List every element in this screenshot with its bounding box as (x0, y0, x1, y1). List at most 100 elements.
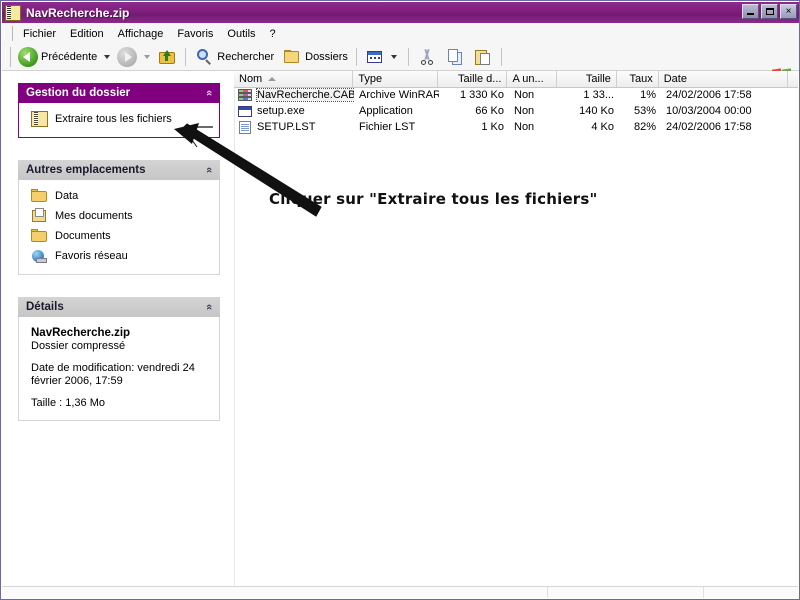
forward-history-chevron-down-icon[interactable] (144, 55, 151, 59)
cab-archive-icon (237, 88, 253, 103)
back-arrow-icon (18, 47, 38, 67)
cell-packed-size: 1 330 Ko (459, 89, 504, 101)
search-button[interactable]: Rechercher (190, 45, 278, 69)
panel-body-autres-emplacements: Data Mes documents Documents Favoris rés… (18, 180, 220, 275)
collapse-chevron-up-icon[interactable]: « (203, 304, 215, 310)
column-header-a-un-mot-de-passe[interactable]: A un... (507, 71, 558, 87)
toolbar: Précédente Rechercher Dossiers (2, 44, 799, 85)
column-label: Date (663, 73, 687, 85)
cell-ratio: 1% (640, 89, 656, 101)
file-name: SETUP.LST (257, 121, 316, 133)
my-documents-icon (31, 208, 48, 224)
back-button-label: Précédente (41, 51, 98, 63)
toolbar-separator-4 (500, 48, 502, 66)
column-header-nom[interactable]: Nom (234, 71, 354, 87)
application-icon (237, 104, 253, 119)
scissors-icon (417, 47, 437, 67)
panel-title: Autres emplacements (26, 164, 146, 176)
cell-packed-size: 1 Ko (481, 121, 504, 133)
back-history-chevron-down-icon[interactable] (104, 55, 111, 59)
task-pane: Gestion du dossier « Extraire tous les f… (2, 71, 234, 587)
cell-name: setup.exe (234, 104, 354, 119)
link-documents[interactable]: Documents (27, 226, 211, 246)
toolbar-separator (185, 48, 187, 66)
table-row[interactable]: setup.exe Application 66 Ko Non 140 Ko 5… (234, 103, 798, 119)
collapse-chevron-up-icon[interactable]: « (203, 90, 215, 96)
details-size: Taille : 1,36 Mo (31, 397, 105, 409)
paste-button[interactable] (469, 45, 497, 69)
column-label: Taille d... (458, 73, 502, 85)
menu-item-help[interactable]: ? (263, 26, 283, 42)
folders-button[interactable]: Dossiers (278, 45, 352, 69)
column-header-type[interactable]: Type (353, 71, 438, 87)
column-header-taille-decompressee[interactable]: Taille d... (437, 71, 508, 87)
column-header-taille[interactable]: Taille (557, 71, 617, 87)
paste-icon (473, 47, 493, 67)
search-button-label: Rechercher (217, 51, 275, 63)
menu-item-favoris[interactable]: Favoris (170, 26, 220, 42)
column-header-taux[interactable]: Taux (616, 71, 659, 87)
sort-ascending-icon (268, 77, 277, 81)
menu-item-fichier[interactable]: Fichier (16, 26, 63, 42)
table-row[interactable]: SETUP.LST Fichier LST 1 Ko Non 4 Ko 82% … (234, 119, 798, 135)
link-label: Favoris réseau (55, 250, 128, 262)
network-places-icon (31, 248, 48, 264)
menu-item-affichage[interactable]: Affichage (111, 26, 171, 42)
forward-button[interactable] (113, 45, 141, 69)
column-header-row: Nom Type Taille d... A un... Taille Taux… (234, 71, 798, 88)
file-rows: NavRecherche.CAB Archive WinRAR 1 330 Ko… (234, 87, 798, 587)
panel-header-autres-emplacements[interactable]: Autres emplacements « (18, 160, 220, 180)
cell-packed-size: 66 Ko (475, 105, 504, 117)
cell-has-password: Non (514, 89, 535, 101)
title-bar: NavRecherche.zip × (2, 2, 799, 23)
file-name: NavRecherche.CAB (255, 88, 354, 102)
link-label: Extraire tous les fichiers (55, 113, 172, 125)
link-data[interactable]: Data (27, 186, 211, 206)
cell-date: 10/03/2004 00:00 (666, 105, 752, 117)
menu-item-edition[interactable]: Edition (63, 26, 111, 42)
panel-header-details[interactable]: Détails « (18, 297, 220, 317)
link-favoris-reseau[interactable]: Favoris réseau (27, 246, 211, 266)
cell-type: Fichier LST (359, 121, 416, 133)
toolbar-grip[interactable] (5, 47, 11, 67)
file-name: setup.exe (257, 105, 305, 117)
folder-icon (31, 188, 48, 204)
menu-item-outils[interactable]: Outils (220, 26, 262, 42)
views-chevron-down-icon[interactable] (390, 55, 397, 59)
panel-autres-emplacements: Autres emplacements « Data Mes documents… (18, 160, 220, 275)
details-modified-date: Date de modification: vendredi 24 févrie… (31, 362, 195, 387)
collapse-chevron-up-icon[interactable]: « (203, 167, 215, 173)
views-button[interactable] (361, 45, 404, 69)
copy-button[interactable] (441, 45, 469, 69)
forward-arrow-icon (117, 47, 138, 67)
up-folder-icon (157, 47, 177, 67)
cell-date: 24/02/2006 17:58 (666, 89, 752, 101)
details-file-kind: Dossier compressé (31, 340, 126, 352)
back-button[interactable]: Précédente (14, 45, 101, 69)
folder-icon (31, 228, 48, 244)
cut-button[interactable] (413, 45, 441, 69)
menu-bar: Fichier Edition Affichage Favoris Outils… (2, 23, 799, 45)
panel-body-gestion-du-dossier: Extraire tous les fichiers (18, 103, 220, 138)
column-header-date[interactable]: Date (658, 71, 788, 87)
cell-has-password: Non (514, 121, 535, 133)
column-label: Type (358, 73, 383, 85)
panel-details: Détails « NavRecherche.zip Dossier compr… (18, 297, 220, 421)
menu-grip[interactable] (4, 26, 13, 41)
cell-size: 1 33... (583, 89, 614, 101)
cell-date: 24/02/2006 17:58 (666, 121, 752, 133)
link-label: Data (55, 190, 79, 202)
panel-header-gestion-du-dossier[interactable]: Gestion du dossier « (18, 83, 220, 103)
status-bar (2, 586, 798, 598)
link-mes-documents[interactable]: Mes documents (27, 206, 211, 226)
close-button[interactable]: × (780, 4, 797, 19)
link-extraire-tous-les-fichiers[interactable]: Extraire tous les fichiers (27, 109, 211, 129)
cell-ratio: 82% (633, 121, 656, 133)
cell-ratio: 53% (633, 105, 656, 117)
search-icon (194, 47, 214, 67)
maximize-button[interactable] (761, 4, 778, 19)
minimize-button[interactable] (742, 4, 759, 19)
cell-size: 4 Ko (591, 121, 614, 133)
up-button[interactable] (153, 45, 181, 69)
table-row[interactable]: NavRecherche.CAB Archive WinRAR 1 330 Ko… (234, 87, 798, 103)
